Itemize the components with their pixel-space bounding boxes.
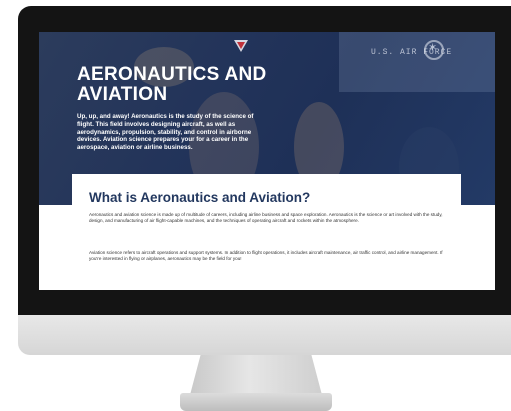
section-heading: What is Aeronautics and Aviation?	[89, 190, 311, 205]
aircraft-tail-marking	[234, 40, 248, 52]
section-paragraph: Aeronautics and aviation science is made…	[89, 212, 443, 224]
hero-title: AERONAUTICS AND AVIATION	[77, 64, 267, 105]
monitor-chin	[18, 315, 511, 355]
monitor-stand-base	[180, 393, 332, 411]
roundel-icon	[424, 40, 444, 60]
hero-description: Up, up, and away! Aeronautics is the stu…	[77, 113, 254, 152]
content-card: What is Aeronautics and Aviation? Aerona…	[72, 174, 461, 290]
hero-photo-sky	[339, 32, 495, 92]
monitor-stand-neck	[190, 355, 322, 395]
section-paragraph: Aviation science refers to aircraft oper…	[89, 250, 443, 262]
monitor-screen: U.S. AIR FORCE AERONAUTICS AND AVIATION …	[39, 32, 495, 290]
